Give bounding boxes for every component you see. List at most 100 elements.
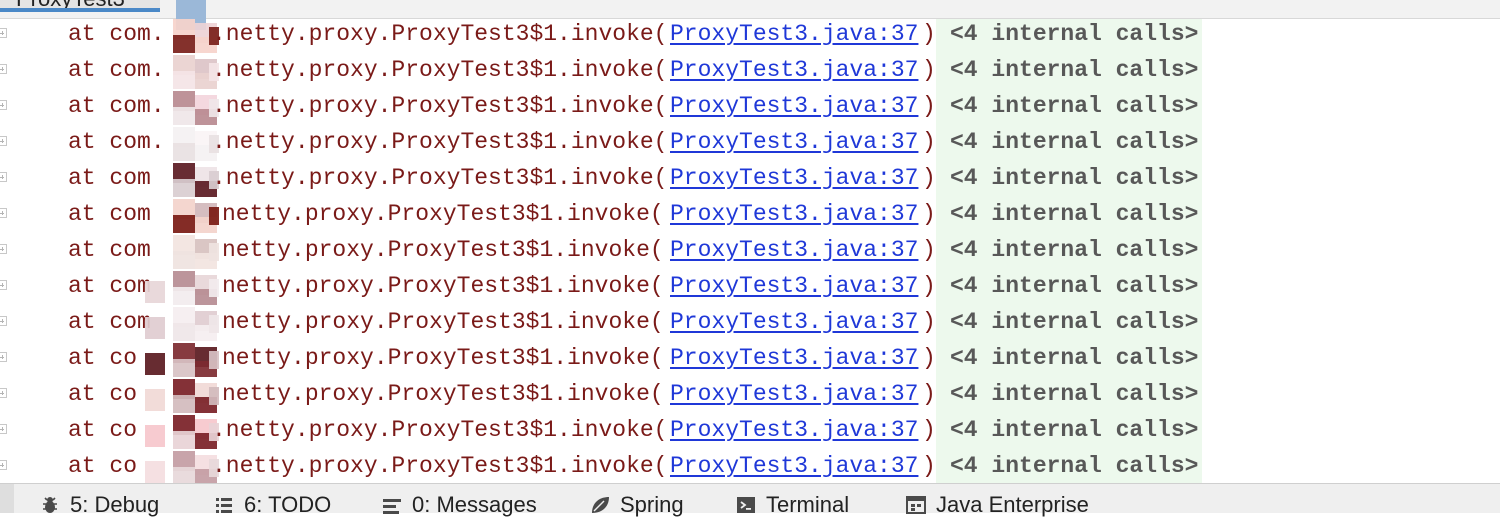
internal-calls-folded[interactable]: <4 internal calls> [950, 199, 1198, 229]
source-file-link[interactable]: ProxyTest3.java:37 [670, 163, 918, 193]
stack-frame-close: ) [922, 93, 936, 119]
toolwindow-java-enterprise-label: Java Enterprise [936, 492, 1089, 517]
internal-calls-folded[interactable]: <4 internal calls> [950, 91, 1198, 121]
fold-toggle-icon[interactable] [0, 28, 7, 38]
run-tab[interactable]: ProxyTest3 [0, 0, 160, 12]
toolwindow-spring-label: Spring [620, 492, 684, 517]
console-line: at com. .netty.proxy.ProxyTest3$1.invoke(… [0, 127, 1500, 163]
stack-frame-method: netty.proxy.ProxyTest3$1.invoke( [222, 237, 664, 263]
source-file-link[interactable]: ProxyTest3.java:37 [670, 307, 918, 337]
fold-toggle-icon[interactable] [0, 460, 7, 470]
internal-calls-folded[interactable]: <4 internal calls> [950, 451, 1198, 481]
run-tab-label: ProxyTest3 [16, 0, 125, 8]
console-line: at com netty.proxy.ProxyTest3$1.invoke(Pr… [0, 199, 1500, 235]
source-file-link[interactable]: ProxyTest3.java:37 [670, 415, 918, 445]
fold-toggle-icon[interactable] [0, 64, 7, 74]
stack-frame-method: netty.proxy.ProxyTest3$1.invoke( [222, 309, 664, 335]
toolwindow-spring-button[interactable]: Spring [590, 492, 684, 517]
stack-frame-close: ) [922, 237, 936, 263]
internal-calls-folded[interactable]: <4 internal calls> [950, 55, 1198, 85]
terminal-icon [736, 495, 756, 515]
fold-toggle-icon[interactable] [0, 424, 7, 434]
stack-frame-method: .netty.proxy.ProxyTest3$1.invoke( [212, 21, 668, 47]
stack-frame-method: .netty.proxy.ProxyTest3$1.invoke( [212, 57, 668, 83]
console-line: at co .netty.proxy.ProxyTest3$1.invoke(Pr… [0, 415, 1500, 451]
spring-leaf-icon [590, 495, 610, 515]
console-line: at co .netty.proxy.ProxyTest3$1.invoke(Pr… [0, 451, 1500, 483]
internal-calls-folded[interactable]: <4 internal calls> [950, 163, 1198, 193]
source-file-link[interactable]: ProxyTest3.java:37 [670, 19, 918, 49]
messages-icon [382, 495, 402, 515]
console-line: at com. .netty.proxy.ProxyTest3$1.invoke(… [0, 19, 1500, 55]
console-line: at com netty.proxy.ProxyTest3$1.invoke(Pr… [0, 235, 1500, 271]
internal-calls-folded[interactable]: <4 internal calls> [950, 235, 1198, 265]
stack-frame-prefix: at com [68, 201, 151, 227]
stack-frame-method: .netty.proxy.ProxyTest3$1.invoke( [212, 93, 668, 119]
redacted-package-segment [145, 55, 220, 91]
tool-window-bar: 5: Debug 6: TODO 0: Messages Spring Term… [0, 483, 1500, 517]
source-file-link[interactable]: ProxyTest3.java:37 [670, 55, 918, 85]
java-enterprise-icon [906, 495, 926, 515]
stack-frame-prefix: at com [68, 237, 151, 263]
redacted-package-segment [145, 235, 220, 271]
redacted-package-segment [145, 91, 220, 127]
fold-toggle-icon[interactable] [0, 208, 7, 218]
source-file-link[interactable]: ProxyTest3.java:37 [670, 235, 918, 265]
source-file-link[interactable]: ProxyTest3.java:37 [670, 91, 918, 121]
internal-calls-folded[interactable]: <4 internal calls> [950, 343, 1198, 373]
toolwindow-terminal-button[interactable]: Terminal [736, 492, 849, 517]
fold-toggle-icon[interactable] [0, 388, 7, 398]
source-file-link[interactable]: ProxyTest3.java:37 [670, 451, 918, 481]
toolwindow-messages-button[interactable]: 0: Messages [382, 492, 537, 517]
internal-calls-folded[interactable]: <4 internal calls> [950, 307, 1198, 337]
stack-frame-prefix: at com [68, 273, 151, 299]
internal-calls-folded[interactable]: <4 internal calls> [950, 19, 1198, 49]
fold-toggle-icon[interactable] [0, 244, 7, 254]
bug-icon [40, 495, 60, 515]
fold-toggle-icon[interactable] [0, 316, 7, 326]
console-line: at co netty.proxy.ProxyTest3$1.invoke(Pro… [0, 379, 1500, 415]
toolwindow-todo-button[interactable]: 6: TODO [214, 492, 331, 517]
stack-frame-method: .netty.proxy.ProxyTest3$1.invoke( [212, 129, 668, 155]
stack-frame-method: netty.proxy.ProxyTest3$1.invoke( [222, 201, 664, 227]
toolwindow-debug-label: 5: Debug [70, 492, 160, 517]
source-file-link[interactable]: ProxyTest3.java:37 [670, 199, 918, 229]
toolwindow-debug-button[interactable]: 5: Debug [40, 492, 160, 517]
source-file-link[interactable]: ProxyTest3.java:37 [670, 379, 918, 409]
stack-frame-close: ) [922, 21, 936, 47]
redacted-package-segment [145, 451, 220, 483]
internal-calls-folded[interactable]: <4 internal calls> [950, 271, 1198, 301]
redacted-package-segment [145, 379, 220, 415]
redacted-package-segment [145, 19, 220, 55]
internal-calls-folded[interactable]: <4 internal calls> [950, 415, 1198, 445]
redacted-package-segment [145, 343, 220, 379]
toolwindow-java-enterprise-button[interactable]: Java Enterprise [906, 492, 1089, 517]
stack-frame-method: .netty.proxy.ProxyTest3$1.invoke( [212, 453, 668, 479]
console-output: at com. .netty.proxy.ProxyTest3$1.invoke(… [0, 19, 1500, 483]
stack-frame-method: .netty.proxy.ProxyTest3$1.invoke( [212, 417, 668, 443]
fold-toggle-icon[interactable] [0, 280, 7, 290]
fold-toggle-icon[interactable] [0, 172, 7, 182]
stack-frame-close: ) [922, 57, 936, 83]
list-icon [214, 495, 234, 515]
stack-frame-prefix: at com [68, 165, 151, 191]
source-file-link[interactable]: ProxyTest3.java:37 [670, 343, 918, 373]
console-line: at com .netty.proxy.ProxyTest3$1.invoke(P… [0, 163, 1500, 199]
stack-frame-close: ) [922, 165, 936, 191]
stack-frame-prefix: at com [68, 309, 151, 335]
source-file-link[interactable]: ProxyTest3.java:37 [670, 127, 918, 157]
fold-toggle-icon[interactable] [0, 136, 7, 146]
redacted-package-segment [145, 307, 220, 343]
stack-frame-close: ) [922, 129, 936, 155]
internal-calls-folded[interactable]: <4 internal calls> [950, 379, 1198, 409]
internal-calls-folded[interactable]: <4 internal calls> [950, 127, 1198, 157]
stack-frame-method: netty.proxy.ProxyTest3$1.invoke( [222, 345, 664, 371]
stack-frame-prefix: at co [68, 453, 138, 479]
stack-frame-close: ) [922, 417, 936, 443]
fold-toggle-icon[interactable] [0, 100, 7, 110]
redacted-package-segment [145, 415, 220, 451]
fold-toggle-icon[interactable] [0, 352, 7, 362]
console-line: at com netty.proxy.ProxyTest3$1.invoke(Pr… [0, 271, 1500, 307]
stack-frame-prefix: at co [68, 417, 138, 443]
source-file-link[interactable]: ProxyTest3.java:37 [670, 271, 918, 301]
